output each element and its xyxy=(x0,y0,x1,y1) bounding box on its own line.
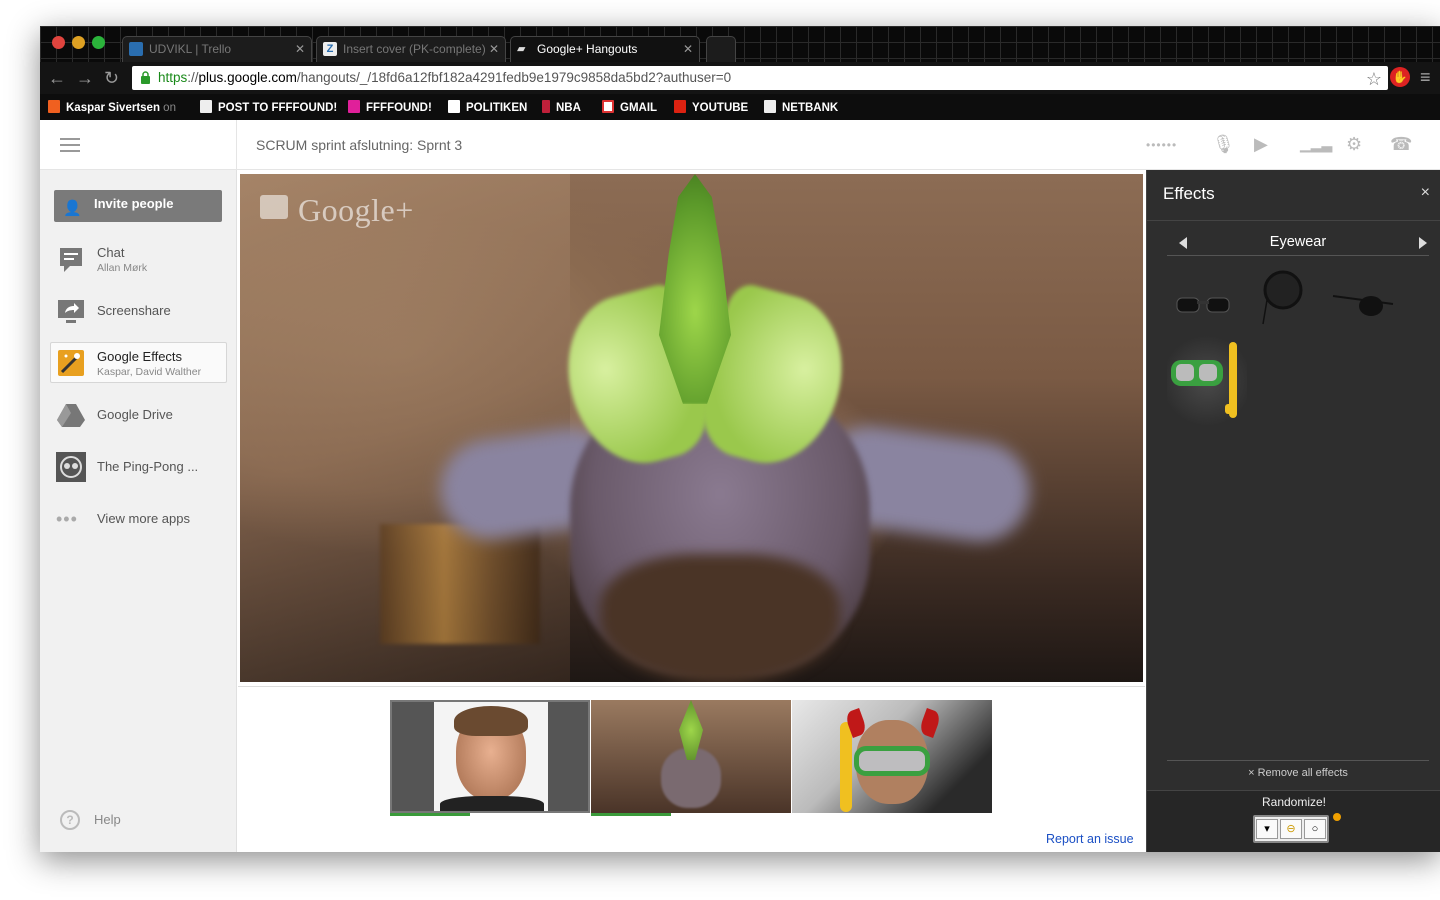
remove-all-effects-link[interactable]: × Remove all effects xyxy=(1167,760,1429,779)
hangout-header: SCRUM sprint afslutning: Sprnt 3 •••••• … xyxy=(40,120,1440,170)
participant-thumbnail[interactable] xyxy=(390,700,590,813)
slot-mustache-icon: ▾ xyxy=(1256,819,1278,839)
camera-off-icon[interactable]: ▶ xyxy=(1254,134,1268,155)
close-icon[interactable]: × xyxy=(1421,184,1430,202)
bookmark-profile[interactable]: Kaspar Sivertsen on xyxy=(48,100,176,115)
main-video[interactable]: Google+ xyxy=(240,174,1143,682)
apps-sidebar: 👤 Invite people Chat Allan Mørk Screensh… xyxy=(40,170,237,852)
politiken-icon xyxy=(448,100,460,113)
gmail-icon xyxy=(602,100,614,113)
close-tab-icon[interactable]: ✕ xyxy=(295,37,305,61)
bookmark-gmail[interactable]: GMAIL xyxy=(602,100,657,115)
trello-icon xyxy=(129,42,143,56)
chat-icon xyxy=(60,248,82,272)
header-divider xyxy=(236,120,237,170)
profile-icon xyxy=(48,100,60,113)
more-dots-icon: ••• xyxy=(56,509,78,529)
tab-hangouts[interactable]: ▰ Google+ Hangouts ✕ xyxy=(510,36,700,62)
google-plus-watermark: Google+ xyxy=(260,192,414,229)
drive-icon xyxy=(57,404,85,427)
back-icon[interactable]: ← xyxy=(48,68,66,88)
zotero-icon: Z xyxy=(323,42,337,56)
hangouts-icon: ▰ xyxy=(517,43,526,55)
new-tab-button[interactable] xyxy=(706,36,736,62)
randomize-area: Randomize! ▾ ⊖ ○ xyxy=(1147,790,1440,852)
sidebar-item-chat[interactable]: Chat Allan Mørk xyxy=(50,238,227,279)
bookmark-netbank[interactable]: NETBANK xyxy=(764,100,838,115)
close-tab-icon[interactable]: ✕ xyxy=(489,37,499,61)
browser-window: UDVIKL | Trello ✕ Z Insert cover (PK-com… xyxy=(40,26,1440,852)
bookmarks-bar: Kaspar Sivertsen on POST TO FFFFOUND! FF… xyxy=(40,94,1440,120)
bookmark-politiken[interactable]: POLITIKEN xyxy=(448,100,527,115)
sunglasses-icon[interactable] xyxy=(1167,270,1239,342)
bookmark-nba[interactable]: NBA xyxy=(542,100,581,115)
bookmark-post-ffffound[interactable]: POST TO FFFFOUND! xyxy=(200,100,337,115)
hang-up-icon[interactable]: ☎ xyxy=(1390,134,1412,155)
url-input[interactable]: https://plus.google.com/hangouts/_/18fd6… xyxy=(132,66,1388,90)
forward-icon[interactable]: → xyxy=(76,68,94,88)
nba-icon xyxy=(542,100,550,113)
randomize-slot-machine[interactable]: ▾ ⊖ ○ xyxy=(1253,815,1329,843)
page-title: SCRUM sprint afslutning: Sprnt 3 xyxy=(256,137,463,153)
chevron-left-icon[interactable] xyxy=(1179,237,1187,249)
slot-hat-icon: ⊖ xyxy=(1280,819,1302,839)
help-link[interactable]: ? Help xyxy=(60,810,121,830)
randomize-lever-icon[interactable] xyxy=(1333,813,1341,821)
ping-pong-icon xyxy=(56,452,86,482)
eyepatch-icon[interactable] xyxy=(1327,270,1399,342)
reload-icon[interactable]: ↻ xyxy=(104,68,119,88)
address-bar-row: ← → ↻ https://plus.google.com/hangouts/_… xyxy=(40,62,1440,94)
sidebar-item-screenshare[interactable]: Screenshare xyxy=(50,290,227,331)
speaking-indicator xyxy=(591,813,671,816)
slot-monocle-icon: ○ xyxy=(1304,819,1326,839)
magic-wand-icon xyxy=(58,350,84,376)
zoom-window-button[interactable] xyxy=(92,36,105,49)
help-icon: ? xyxy=(60,810,80,830)
speaking-indicator xyxy=(390,813,470,816)
page-icon xyxy=(764,100,776,113)
effects-panel: Effects × Eyewear × Remove all effects R… xyxy=(1146,170,1440,852)
minimize-window-button[interactable] xyxy=(72,36,85,49)
hangout-camera-icon xyxy=(260,195,288,219)
tab-zotero[interactable]: Z Insert cover (PK-complete) ✕ xyxy=(316,36,506,62)
randomize-label: Randomize! xyxy=(1261,795,1327,809)
close-window-button[interactable] xyxy=(52,36,65,49)
sidebar-item-google-effects[interactable]: Google Effects Kaspar, David Walther xyxy=(50,342,227,383)
report-issue-link[interactable]: Report an issue xyxy=(1046,832,1134,846)
menu-icon[interactable] xyxy=(60,138,80,152)
sidebar-item-ping-pong[interactable]: The Ping-Pong ... xyxy=(50,446,227,487)
chevron-right-icon[interactable] xyxy=(1419,237,1427,249)
lock-icon xyxy=(141,71,150,84)
effects-title: Effects xyxy=(1163,184,1215,203)
adblock-icon[interactable]: ✋ xyxy=(1390,67,1410,87)
participant-thumbnail[interactable] xyxy=(792,700,992,813)
bandwidth-icon[interactable]: ▁▂▃ xyxy=(1300,136,1332,153)
add-person-icon: 👤 xyxy=(63,200,82,217)
sidebar-item-view-more[interactable]: ••• View more apps xyxy=(50,498,227,539)
gear-icon[interactable]: ⚙ xyxy=(1346,134,1362,155)
effect-category-selector: Eyewear xyxy=(1167,228,1429,256)
dots-icon[interactable]: •••••• xyxy=(1146,138,1177,152)
tab-bar: UDVIKL | Trello ✕ Z Insert cover (PK-com… xyxy=(40,26,1440,62)
youtube-icon xyxy=(674,100,686,113)
bookmark-star-icon[interactable]: ☆ xyxy=(1366,67,1382,90)
page-icon xyxy=(200,100,212,113)
bookmark-youtube[interactable]: YOUTUBE xyxy=(674,100,748,115)
tab-trello[interactable]: UDVIKL | Trello ✕ xyxy=(122,36,312,62)
invite-people-button[interactable]: 👤 Invite people xyxy=(54,190,222,222)
close-tab-icon[interactable]: ✕ xyxy=(683,37,693,61)
sidebar-item-google-drive[interactable]: Google Drive xyxy=(50,394,227,435)
monocle-icon[interactable] xyxy=(1247,260,1319,332)
heart-icon xyxy=(348,100,360,113)
screenshare-icon xyxy=(58,300,84,323)
participant-thumbnail[interactable] xyxy=(591,700,791,813)
mic-mute-icon[interactable]: 🎙 xyxy=(1212,134,1235,155)
snorkel-mask-icon[interactable] xyxy=(1167,340,1247,420)
chrome-menu-icon[interactable]: ≡ xyxy=(1420,67,1431,88)
bookmark-ffffound[interactable]: FFFFOUND! xyxy=(348,100,432,115)
